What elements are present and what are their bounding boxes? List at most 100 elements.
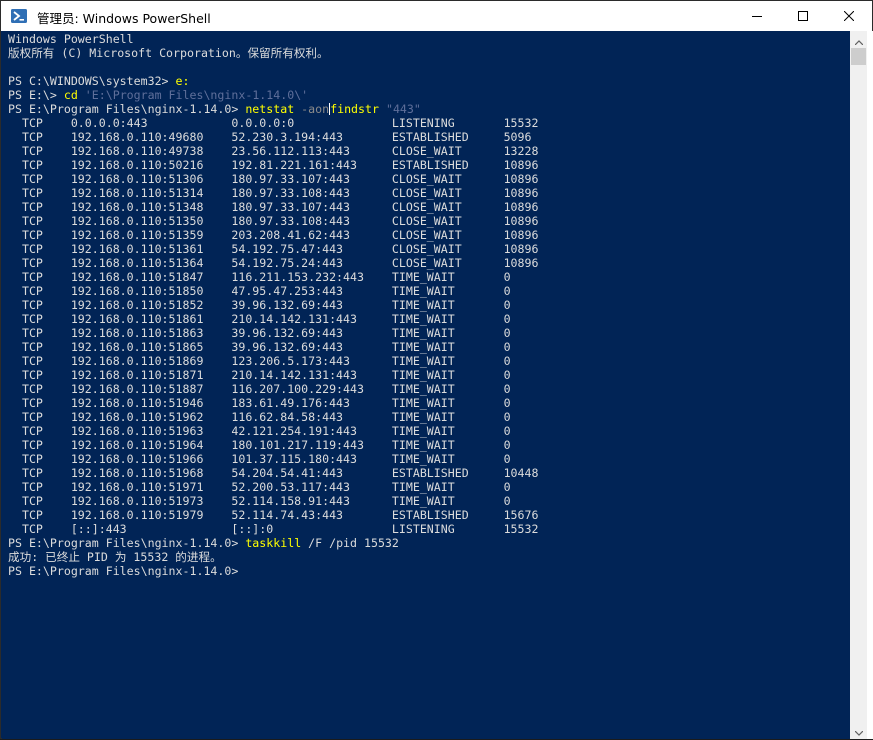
console-token: TCP [::]:443 [::]:0 LISTENING 15532 (8, 522, 539, 536)
console-line: TCP 192.168.0.110:50216 192.81.221.161:4… (8, 158, 539, 172)
console-token: TCP 192.168.0.110:51979 52.114.74.43:443… (8, 508, 539, 522)
console-line: PS E:\Program Files\nginx-1.14.0> (8, 564, 538, 578)
console-line: TCP 192.168.0.110:51314 180.97.33.108:44… (8, 186, 539, 200)
console-line: TCP 192.168.0.110:51861 210.14.142.131:4… (8, 312, 538, 326)
console-line: TCP 192.168.0.110:51306 180.97.33.107:44… (8, 172, 539, 186)
console-token: TCP 192.168.0.110:51887 116.207.100.229:… (8, 382, 511, 396)
console-token: TCP 192.168.0.110:51359 203.208.41.62:44… (8, 228, 539, 242)
console-token: cd (63, 88, 78, 102)
console-token: TCP 192.168.0.110:51847 116.211.153.232:… (8, 270, 511, 284)
console-token: findstr (330, 102, 379, 116)
console-token: PS E:\Program Files\nginx-1.14.0> (8, 564, 239, 578)
console-token: TCP 192.168.0.110:51968 54.204.54.41:443… (8, 466, 539, 480)
console-token: TCP 192.168.0.110:51364 54.192.75.24:443… (8, 256, 539, 270)
console-line: TCP 192.168.0.110:51968 54.204.54.41:443… (8, 466, 539, 480)
close-button[interactable] (826, 1, 872, 31)
console-token: TCP 192.168.0.110:51850 47.95.47.253:443… (8, 284, 511, 298)
console-token: netstat (245, 102, 295, 116)
scrollbar-thumb[interactable] (851, 48, 866, 65)
window-border (867, 31, 873, 739)
console-token: e: (175, 74, 190, 88)
console-token: TCP 192.168.0.110:49738 23.56.112.113:44… (8, 144, 539, 158)
console-token: TCP 192.168.0.110:51852 39.96.132.69:443… (8, 298, 511, 312)
console-line: TCP 192.168.0.110:51847 116.211.153.232:… (8, 270, 538, 284)
console-token: TCP 192.168.0.110:51361 54.192.75.47:443… (8, 242, 539, 256)
console-token: TCP 192.168.0.110:51964 180.101.217.119:… (8, 438, 511, 452)
console-token: TCP 192.168.0.110:51863 39.96.132.69:443… (8, 326, 511, 340)
scroll-down-button[interactable] (850, 722, 867, 739)
console-line: TCP 0.0.0.0:443 0.0.0.0:0 LISTENING 1553… (8, 116, 539, 130)
console-line: TCP 192.168.0.110:51946 183.61.49.176:44… (8, 396, 538, 410)
console-line: TCP 192.168.0.110:51852 39.96.132.69:443… (8, 298, 538, 312)
console-token: PS E:\Program Files\nginx-1.14.0> (8, 536, 246, 550)
console-token: TCP 192.168.0.110:51869 123.206.5.173:44… (8, 354, 511, 368)
console-token: TCP 192.168.0.110:51314 180.97.33.108:44… (8, 186, 539, 200)
scroll-up-button[interactable] (850, 31, 867, 48)
console-output[interactable]: Windows PowerShell 版权所有 (C) Microsoft Cor… (2, 31, 850, 739)
console-token: TCP 192.168.0.110:51306 180.97.33.107:44… (8, 172, 539, 186)
console-line: PS E:\Program Files\nginx-1.14.0> netsta… (8, 102, 538, 116)
minimize-icon (752, 11, 762, 21)
console-line: TCP 192.168.0.110:51364 54.192.75.24:443… (8, 256, 539, 270)
console-token: -aon (294, 102, 330, 116)
console-line: TCP 192.168.0.110:51359 203.208.41.62:44… (8, 228, 539, 242)
window-title: 管理员: Windows PowerShell (37, 11, 211, 26)
console-line: TCP 192.168.0.110:51963 42.121.254.191:4… (8, 424, 538, 438)
console-line: TCP 192.168.0.110:51869 123.206.5.173:44… (8, 354, 538, 368)
console-token: TCP 192.168.0.110:51865 39.96.132.69:443… (8, 340, 511, 354)
console-token: 版权所有 (C) Microsoft Corporation。保留所有权利。 (8, 46, 329, 60)
console-lines: Windows PowerShell 版权所有 (C) Microsoft Cor… (8, 32, 538, 578)
console-line: 版权所有 (C) Microsoft Corporation。保留所有权利。 (8, 46, 538, 60)
vertical-scrollbar[interactable] (850, 31, 867, 739)
console-token: PS C:\WINDOWS\system32> (8, 74, 176, 88)
console-token: TCP 0.0.0.0:443 0.0.0.0:0 LISTENING 1553… (8, 116, 539, 130)
console-token: TCP 192.168.0.110:50216 192.81.221.161:4… (8, 158, 539, 172)
console-token: PS E:\> (8, 88, 64, 102)
console-token: taskkill (245, 536, 302, 550)
console-line: PS E:\Program Files\nginx-1.14.0> taskki… (8, 536, 538, 550)
console-token: TCP 192.168.0.110:51973 52.114.158.91:44… (8, 494, 511, 508)
chevron-up-icon (854, 30, 863, 49)
console-line: TCP 192.168.0.110:51361 54.192.75.47:443… (8, 242, 539, 256)
console-line: TCP 192.168.0.110:51964 180.101.217.119:… (8, 438, 538, 452)
console-token: 'E:\Program Files\nginx-1.14.0\' (77, 88, 309, 102)
console-line: TCP 192.168.0.110:51979 52.114.74.43:443… (8, 508, 539, 522)
console-line: TCP 192.168.0.110:51871 210.14.142.131:4… (8, 368, 538, 382)
powershell-window: 管理员: Windows PowerShell Windows PowerShe… (0, 0, 873, 739)
console-line: TCP 192.168.0.110:51973 52.114.158.91:44… (8, 494, 538, 508)
maximize-icon (798, 11, 808, 21)
console-line: TCP 192.168.0.110:51865 39.96.132.69:443… (8, 340, 538, 354)
console-token: PS E:\Program Files\nginx-1.14.0> (8, 102, 246, 116)
console-line: PS E:\> cd 'E:\Program Files\nginx-1.14.… (8, 88, 538, 102)
console-token: 成功: 已终止 PID 为 15532 的进程。 (8, 550, 222, 564)
console-token: TCP 192.168.0.110:51350 180.97.33.108:44… (8, 214, 539, 228)
title-bar[interactable]: 管理员: Windows PowerShell (1, 1, 872, 31)
console-line: TCP 192.168.0.110:51962 116.62.84.58:443… (8, 410, 538, 424)
console-line: PS C:\WINDOWS\system32> e: (8, 74, 538, 88)
console-line: TCP 192.168.0.110:51350 180.97.33.108:44… (8, 214, 539, 228)
console-line: TCP 192.168.0.110:51348 180.97.33.107:44… (8, 200, 539, 214)
console-line: TCP 192.168.0.110:51966 101.37.115.180:4… (8, 452, 538, 466)
maximize-button[interactable] (780, 1, 826, 31)
console-line: Windows PowerShell (8, 32, 538, 46)
console-token: TCP 192.168.0.110:51962 116.62.84.58:443… (8, 410, 511, 424)
console-token: Windows PowerShell (8, 32, 134, 46)
powershell-icon[interactable] (11, 8, 27, 24)
console-token: TCP 192.168.0.110:51861 210.14.142.131:4… (8, 312, 511, 326)
console-line: TCP 192.168.0.110:51887 116.207.100.229:… (8, 382, 538, 396)
console-token: TCP 192.168.0.110:49680 52.230.3.194:443… (8, 130, 532, 144)
minimize-button[interactable] (734, 1, 780, 31)
console-token: TCP 192.168.0.110:51966 101.37.115.180:4… (8, 452, 511, 466)
console-line: TCP 192.168.0.110:51850 47.95.47.253:443… (8, 284, 538, 298)
console-line: TCP 192.168.0.110:49680 52.230.3.194:443… (8, 130, 538, 144)
console-line: TCP [::]:443 [::]:0 LISTENING 15532 (8, 522, 539, 536)
console-token: TCP 192.168.0.110:51971 52.200.53.117:44… (8, 480, 511, 494)
close-icon (844, 11, 854, 21)
console-token: TCP 192.168.0.110:51348 180.97.33.107:44… (8, 200, 539, 214)
console-token: "443" (378, 102, 421, 116)
console-line: TCP 192.168.0.110:49738 23.56.112.113:44… (8, 144, 539, 158)
console-line: 成功: 已终止 PID 为 15532 的进程。 (8, 550, 538, 564)
console-token: TCP 192.168.0.110:51871 210.14.142.131:4… (8, 368, 511, 382)
console-token: TCP 192.168.0.110:51946 183.61.49.176:44… (8, 396, 511, 410)
